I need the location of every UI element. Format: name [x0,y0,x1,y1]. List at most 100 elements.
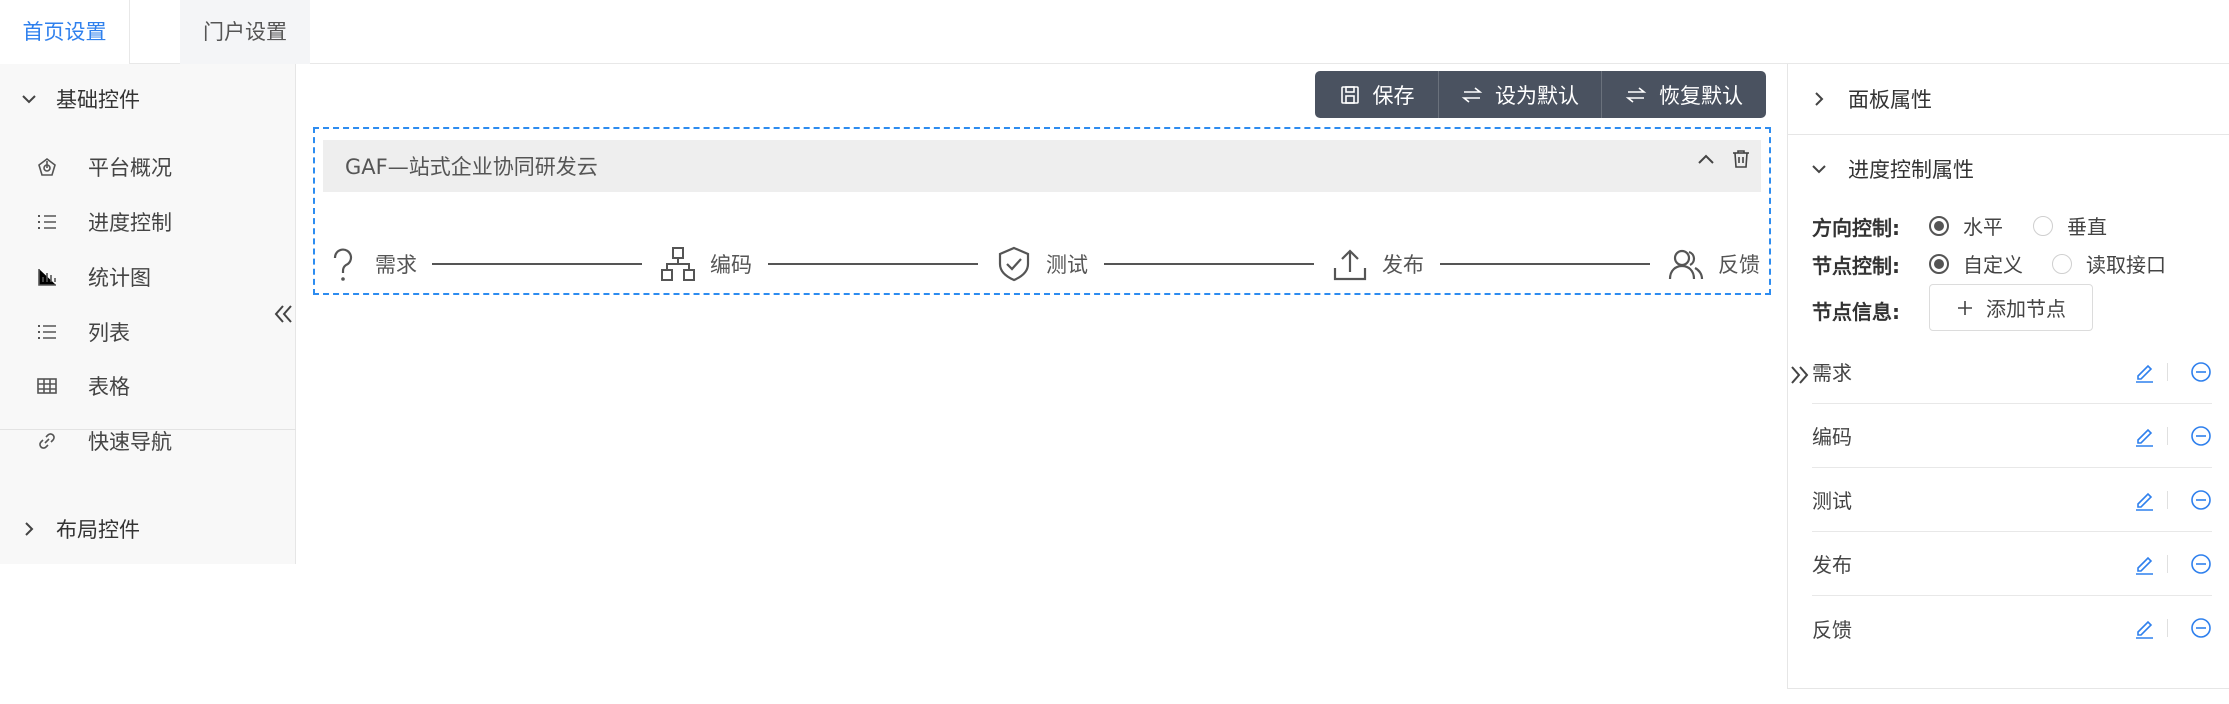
set-default-button[interactable]: 设为默认 [1438,71,1601,118]
plus-icon [1958,300,1972,315]
save-button[interactable]: 保存 [1315,71,1438,118]
radio-read-api[interactable]: 读取接口 [2052,249,2166,278]
card-title-bar: GAF—站式企业协同研发云 [323,140,1761,192]
table-icon [37,378,57,394]
edit-icon[interactable] [2133,553,2155,575]
node-connector [432,263,642,265]
row-separator [2167,426,2168,445]
radio-label: 自定义 [1963,253,2023,277]
hierarchy-icon [661,247,695,281]
menu-item-statistics-chart[interactable]: 统计图 [36,255,151,299]
dashboard-icon [38,158,56,176]
upload-icon [1333,249,1367,281]
row-separator [2167,490,2168,509]
radio-vertical[interactable]: 垂直 [2033,211,2107,240]
node-info-label: 节点信息: [1812,300,1900,324]
direction-control-label: 方向控制: [1812,216,1900,240]
users-icon [1668,249,1704,280]
remove-circle-icon[interactable] [2190,489,2212,511]
section-label: 布局控件 [56,518,140,542]
node-list-row: 编码 [1812,404,2212,468]
radio-label: 读取接口 [2086,253,2166,277]
progress-node-requirement: 需求 [325,244,417,284]
node-label: 测试 [1046,253,1088,277]
remove-circle-icon[interactable] [2190,617,2212,639]
top-tab-bar: 首页设置 门户设置 [0,0,2229,65]
menu-item-list[interactable]: 列表 [36,310,130,354]
row-separator [2167,619,2168,637]
restore-default-button[interactable]: 恢复默认 [1601,71,1766,118]
swap-icon [1461,86,1483,103]
node-row-name: 发布 [1812,553,1852,577]
node-row-name: 需求 [1812,361,1852,385]
question-icon [333,248,353,281]
progress-node-coding: 编码 [660,244,752,284]
row-separator [2167,362,2168,381]
node-label: 发布 [1382,253,1424,277]
section-progress-properties[interactable]: 进度控制属性 [1810,149,1974,189]
chevron-right-icon [1815,92,1824,106]
edit-icon[interactable] [2133,617,2155,639]
node-list-row: 需求 [1812,340,2212,404]
menu-item-label: 快速导航 [88,430,172,454]
shield-check-icon [998,246,1030,282]
node-row-name: 编码 [1812,425,1852,449]
radio-label: 水平 [1963,215,2003,239]
radio-dot [2052,253,2072,274]
section-panel-properties[interactable]: 面板属性 [1810,79,1932,119]
edit-icon[interactable] [2133,489,2155,511]
section-basic-controls[interactable]: 基础控件 [0,64,296,134]
menu-item-table[interactable]: 表格 [36,364,130,408]
section-layout-controls[interactable]: 布局控件 [0,494,296,564]
tab-portal-settings[interactable]: 门户设置 [180,0,310,64]
canvas-toolbar: 保存 设为默认 恢复默认 [1315,71,1766,118]
edit-icon[interactable] [2133,361,2155,383]
menu-item-progress-control[interactable]: 进度控制 [36,200,172,244]
section-divider [0,429,296,430]
save-icon [1340,85,1359,104]
remove-circle-icon[interactable] [2190,553,2212,575]
bar-chart-icon [38,269,56,286]
list-icon [38,325,56,339]
collapse-left-icon[interactable] [272,300,296,328]
menu-item-platform-overview[interactable]: 平台概况 [36,145,172,189]
menu-item-label: 表格 [88,375,130,399]
node-list-row: 测试 [1812,468,2212,532]
radio-custom[interactable]: 自定义 [1929,249,2023,278]
swap-icon [1625,86,1647,103]
add-node-button[interactable]: 添加节点 [1929,284,2093,331]
chevron-right-icon [25,522,34,536]
menu-item-label: 统计图 [88,266,151,290]
radio-horizontal[interactable]: 水平 [1929,211,2003,240]
section-label: 基础控件 [56,88,140,112]
menu-item-label: 平台概况 [88,156,172,180]
tab-home-settings[interactable]: 首页设置 [0,0,130,65]
remove-circle-icon[interactable] [2190,425,2212,447]
add-node-label: 添加节点 [1986,297,2066,321]
save-label: 保存 [1372,83,1415,108]
node-list-row: 反馈 [1812,596,2212,660]
radio-dot [1929,215,1949,236]
radio-label: 垂直 [2067,215,2107,239]
menu-item-label: 进度控制 [88,211,172,235]
section-label: 进度控制属性 [1848,158,1974,182]
progress-node-release: 发布 [1332,244,1424,284]
menu-item-quick-nav[interactable]: 快速导航 [36,419,172,463]
delete-icon[interactable] [1730,148,1752,170]
edit-icon[interactable] [2133,425,2155,447]
collapse-right-icon[interactable] [1789,361,1811,389]
chevron-up-icon[interactable] [1695,149,1717,171]
section-label: 面板属性 [1848,88,1932,112]
progress-node-testing: 测试 [996,244,1088,284]
node-row-name: 测试 [1812,489,1852,513]
remove-circle-icon[interactable] [2190,361,2212,383]
node-control-label: 节点控制: [1812,254,1900,278]
node-label: 反馈 [1718,253,1760,277]
chevron-down-icon [1812,165,1826,174]
section-divider [1787,134,2229,135]
node-list-row: 发布 [1812,532,2212,596]
node-connector [768,263,978,265]
link-icon [39,433,55,449]
row-separator [2167,554,2168,573]
set-default-label: 设为默认 [1495,83,1579,108]
